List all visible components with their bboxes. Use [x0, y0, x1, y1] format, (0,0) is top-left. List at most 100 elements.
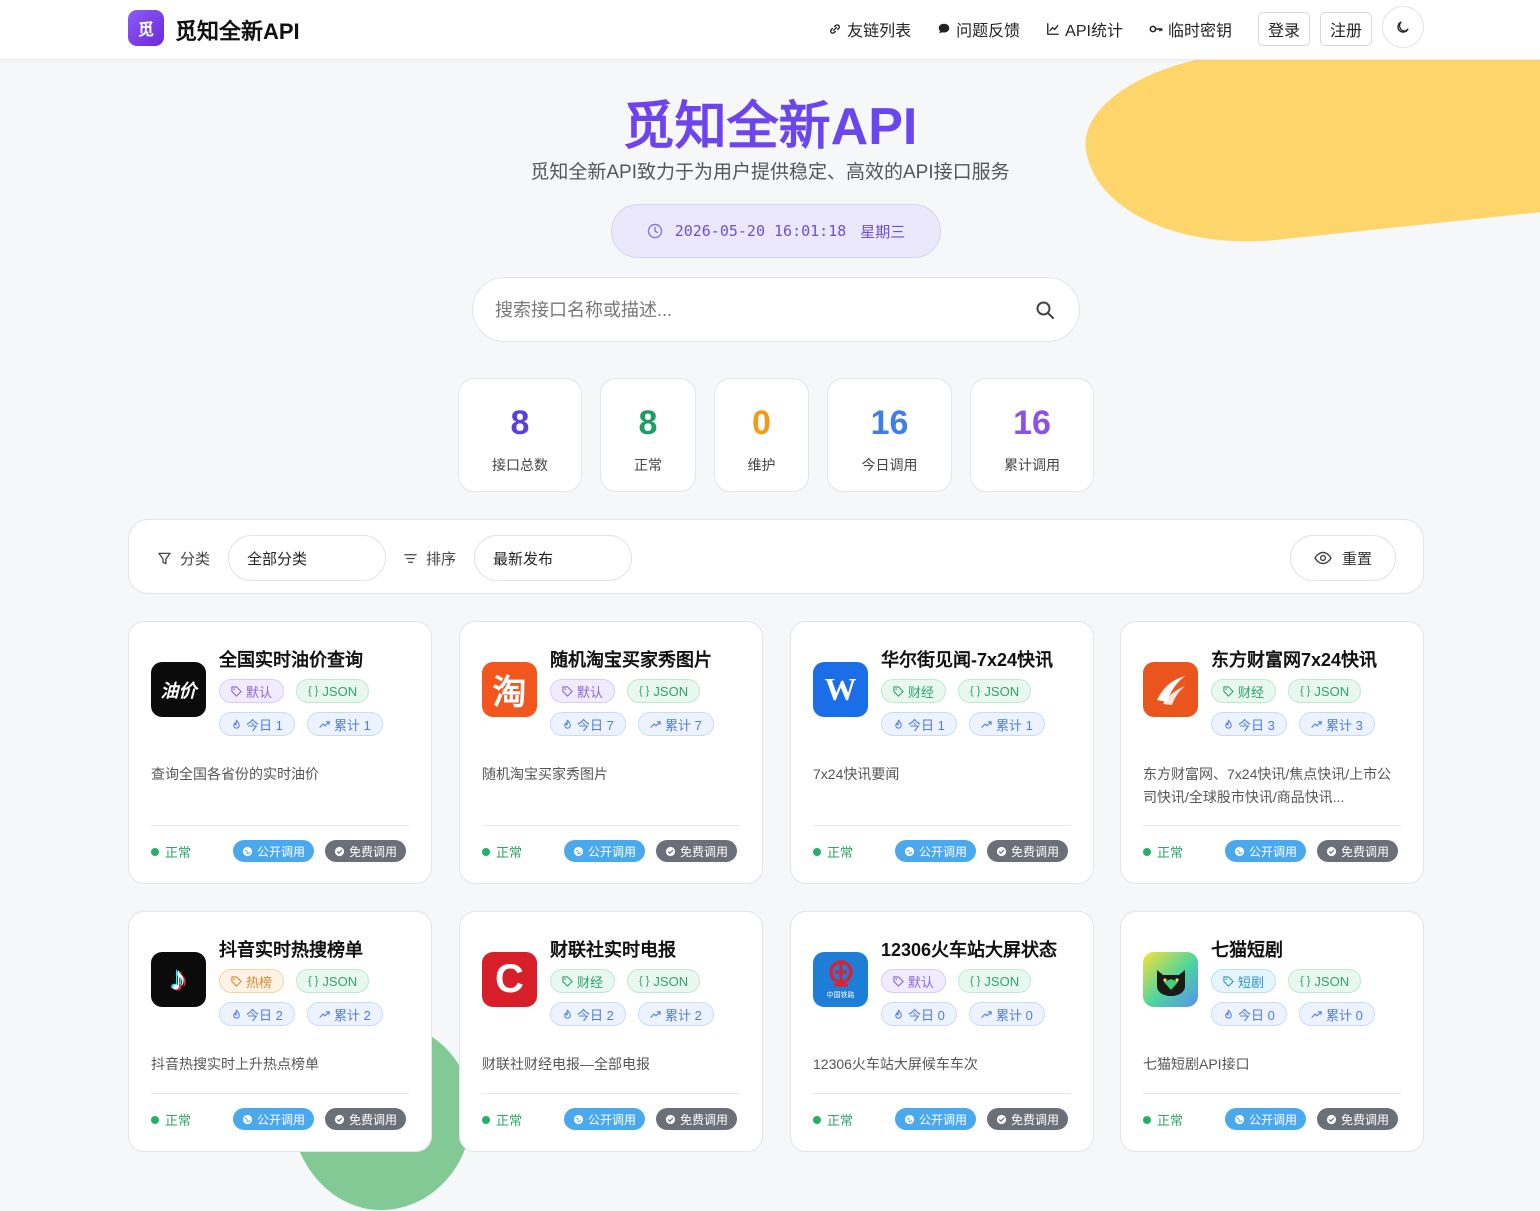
card-divider: [813, 1093, 1071, 1094]
total-calls-text: 累计 7: [665, 717, 702, 733]
flame-icon: [895, 719, 902, 729]
api-card[interactable]: 七猫短剧 短剧 { } JSON 今日 0 累计 0 七猫短剧API接口 正常 …: [1120, 911, 1424, 1152]
format-tag: { } JSON: [296, 679, 370, 703]
api-card-title[interactable]: 抖音实时热搜榜单: [219, 936, 363, 962]
api-card[interactable]: C 财联社实时电报 财经 { } JSON 今日 2 累计 2 财联社财经电报—…: [459, 911, 763, 1152]
sort-label-text: 排序: [426, 551, 457, 568]
api-card[interactable]: 东方财富网7x24快讯 财经 { } JSON 今日 3 累计 3 东方财富网、…: [1120, 621, 1424, 884]
status-dot: [813, 847, 821, 856]
douyin-logo-text: ♪: [170, 960, 187, 998]
api-card-title[interactable]: 全国实时油价查询: [219, 646, 363, 672]
format-tag: { } JSON: [958, 969, 1032, 993]
api-card-description: 随机淘宝买家秀图片: [482, 766, 608, 782]
nav-temp-key-label: 临时密钥: [1167, 23, 1232, 40]
tag-icon: [1223, 685, 1234, 697]
api-card[interactable]: 油价 全国实时油价查询 默认 { } JSON 今日 1 累计 1 查询全国各省…: [128, 621, 432, 884]
stat-label: 正常: [634, 457, 662, 473]
category-select[interactable]: 全部分类: [228, 535, 386, 581]
card-divider: [151, 825, 409, 826]
format-text: JSON: [653, 683, 689, 699]
braces-icon: { }: [970, 975, 981, 987]
oil-price-logo-text: 油价: [160, 680, 197, 701]
api-card-title[interactable]: 七猫短剧: [1211, 936, 1283, 962]
nav-friend-links[interactable]: 友链列表: [828, 12, 911, 46]
register-button[interactable]: 注册: [1319, 12, 1372, 46]
theme-toggle-button[interactable]: [1382, 6, 1424, 48]
free-call-badge: 免费调用: [1317, 1108, 1399, 1130]
reset-button[interactable]: 重置: [1290, 535, 1396, 581]
today-calls-badge: 今日 3: [1211, 712, 1287, 736]
total-calls-badge: 累计 0: [969, 1002, 1045, 1026]
format-text: JSON: [653, 973, 689, 989]
brand-name[interactable]: 觅知全新API: [175, 14, 300, 46]
login-button[interactable]: 登录: [1257, 12, 1310, 46]
total-calls-text: 累计 0: [996, 1007, 1033, 1023]
oil-price-logo: 油价: [151, 662, 206, 717]
stat-normal: 8 正常: [600, 378, 696, 492]
cls-logo: C: [482, 952, 537, 1007]
today-calls-badge: 今日 7: [550, 712, 626, 736]
search-icon[interactable]: [1035, 300, 1055, 320]
category-text: 短剧: [1238, 974, 1265, 990]
status-dot: [151, 847, 159, 856]
sort-label: 排序: [403, 548, 456, 569]
status-text: 正常: [496, 1113, 523, 1128]
braces-icon: { }: [1300, 685, 1311, 697]
nav-feedback[interactable]: 问题反馈: [937, 12, 1020, 46]
status-indicator: 正常: [1143, 1110, 1183, 1129]
flame-icon: [1225, 719, 1232, 729]
flame-icon: [895, 1009, 902, 1019]
category-tag: 热榜: [219, 969, 285, 993]
eastmoney-swoosh-icon: [1156, 675, 1185, 705]
api-card-title[interactable]: 随机淘宝买家秀图片: [550, 646, 712, 672]
category-text: 财经: [577, 974, 604, 990]
check-circle-icon: [996, 846, 1007, 856]
card-divider: [151, 1093, 409, 1094]
cat-face-icon: [1156, 969, 1185, 996]
brand-logo[interactable]: 觅: [128, 10, 164, 46]
api-card[interactable]: 淘 随机淘宝买家秀图片 默认 { } JSON 今日 7 累计 7 随机淘宝买家…: [459, 621, 763, 884]
today-calls-text: 今日 2: [577, 1007, 614, 1023]
status-indicator: 正常: [482, 1110, 522, 1129]
format-tag: { } JSON: [958, 679, 1032, 703]
api-card[interactable]: 中国铁路 12306火车站大屏状态 默认 { } JSON 今日 0 累计 0 …: [790, 911, 1094, 1152]
check-circle-icon: [1326, 846, 1337, 856]
status-dot: [482, 847, 490, 856]
category-text: 默认: [908, 974, 935, 990]
category-text: 热榜: [246, 974, 273, 990]
sort-select[interactable]: 最新发布: [474, 535, 632, 581]
trending-up-icon: [319, 1010, 330, 1018]
search-input[interactable]: [495, 296, 1015, 324]
today-calls-text: 今日 0: [1238, 1007, 1275, 1023]
api-card[interactable]: ♪ 抖音实时热搜榜单 热榜 { } JSON 今日 2 累计 2 抖音热搜实时上…: [128, 911, 432, 1152]
api-card-title[interactable]: 12306火车站大屏状态: [881, 936, 1057, 962]
status-text: 正常: [1157, 1113, 1184, 1128]
trending-up-icon: [1311, 720, 1322, 728]
douyin-logo: ♪: [151, 952, 206, 1007]
api-card-title[interactable]: 东方财富网7x24快讯: [1211, 646, 1377, 672]
hero-subtitle: 觅知全新API致力于为用户提供稳定、高效的API接口服务: [530, 162, 1010, 183]
globe-icon: [573, 846, 584, 856]
nav-temp-key[interactable]: 临时密钥: [1149, 12, 1232, 46]
braces-icon: { }: [1300, 975, 1311, 987]
reset-label: 重置: [1341, 550, 1372, 568]
total-calls-badge: 累计 2: [307, 1002, 383, 1026]
check-circle-icon: [665, 1114, 676, 1124]
nav-feedback-label: 问题反馈: [956, 23, 1021, 40]
total-calls-badge: 累计 3: [1299, 712, 1375, 736]
category-tag: 财经: [1211, 679, 1277, 703]
tag-icon: [893, 685, 904, 697]
api-card-description: 7x24快讯要闻: [813, 766, 900, 782]
category-tag: 默认: [219, 679, 285, 703]
api-card[interactable]: W 华尔街见闻-7x24快讯 财经 { } JSON 今日 1 累计 1 7x2…: [790, 621, 1094, 884]
trending-up-icon: [650, 1010, 661, 1018]
nav-api-stats[interactable]: API统计: [1046, 12, 1123, 46]
api-card-title[interactable]: 华尔街见闻-7x24快讯: [881, 646, 1053, 672]
public-call-badge: 公开调用: [895, 1108, 977, 1130]
free-call-text: 免费调用: [349, 844, 398, 859]
china-railway-logo: 中国铁路: [813, 952, 868, 1007]
format-text: JSON: [1314, 973, 1350, 989]
braces-icon: { }: [639, 685, 650, 697]
status-text: 正常: [165, 845, 192, 860]
api-card-title[interactable]: 财联社实时电报: [550, 936, 676, 962]
